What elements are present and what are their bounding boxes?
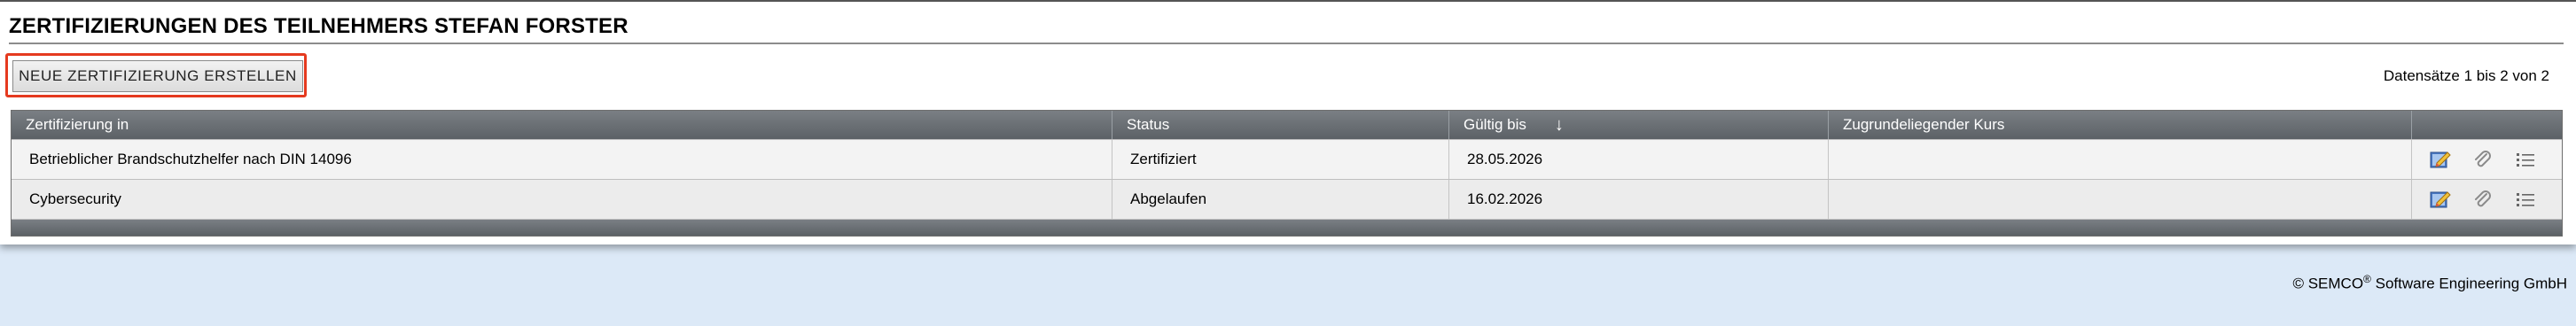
copyright-prefix: © SEMCO	[2292, 275, 2364, 292]
page-title: ZERTIFIZIERUNGEN DES TEILNEHMERS STEFAN …	[9, 14, 628, 38]
cell-status: Abgelaufen	[1112, 180, 1449, 219]
cell-course	[1829, 180, 2412, 219]
new-certification-button[interactable]: NEUE ZERTIFIZIERUNG ERSTELLEN	[12, 60, 303, 92]
certifications-panel: ZERTIFIZIERUNGEN DES TEILNEHMERS STEFAN …	[0, 0, 2576, 244]
cell-valid-until: 16.02.2026	[1449, 180, 1829, 219]
copyright-suffix: Software Engineering GmbH	[2370, 275, 2567, 292]
column-header-actions	[2412, 111, 2562, 139]
paperclip-icon[interactable]	[2471, 189, 2495, 210]
table-row[interactable]: Cybersecurity Abgelaufen 16.02.2026	[12, 179, 2562, 219]
certifications-table: Zertifizierung in Status Gültig bis ↓ Zug…	[11, 110, 2563, 237]
edit-icon[interactable]	[2428, 149, 2453, 170]
copyright-footer: © SEMCO® Software Engineering GmbH	[2292, 273, 2567, 293]
column-header-course[interactable]: Zugrundeliegender Kurs	[1829, 111, 2412, 139]
list-icon[interactable]	[2513, 149, 2538, 170]
column-label: Gültig bis	[1464, 116, 1526, 133]
column-header-certification[interactable]: Zertifizierung in	[12, 111, 1112, 139]
paperclip-icon[interactable]	[2471, 149, 2495, 170]
cell-course	[1829, 140, 2412, 179]
sort-down-icon[interactable]: ↓	[1555, 115, 1564, 136]
column-label: Zugrundeliegender Kurs	[1843, 116, 2005, 133]
table-header: Zertifizierung in Status Gültig bis ↓ Zug…	[12, 111, 2562, 139]
column-header-valid-until[interactable]: Gültig bis ↓	[1449, 111, 1829, 139]
edit-icon[interactable]	[2428, 189, 2453, 210]
cell-certification: Cybersecurity	[12, 180, 1112, 219]
column-label: Status	[1127, 116, 1170, 133]
column-label: Zertifizierung in	[26, 116, 129, 133]
column-header-status[interactable]: Status	[1112, 111, 1449, 139]
registered-mark: ®	[2363, 273, 2371, 285]
records-info: Datensätze 1 bis 2 von 2	[2383, 67, 2549, 84]
table-footer	[12, 219, 2562, 236]
cell-actions	[2412, 140, 2562, 179]
list-icon[interactable]	[2513, 189, 2538, 210]
cell-status: Zertifiziert	[1112, 140, 1449, 179]
cell-certification: Betrieblicher Brandschutzhelfer nach DIN…	[12, 140, 1112, 179]
table-row[interactable]: Betrieblicher Brandschutzhelfer nach DIN…	[12, 139, 2562, 179]
cell-actions	[2412, 180, 2562, 219]
cell-valid-until: 28.05.2026	[1449, 140, 1829, 179]
title-divider	[9, 43, 2564, 44]
